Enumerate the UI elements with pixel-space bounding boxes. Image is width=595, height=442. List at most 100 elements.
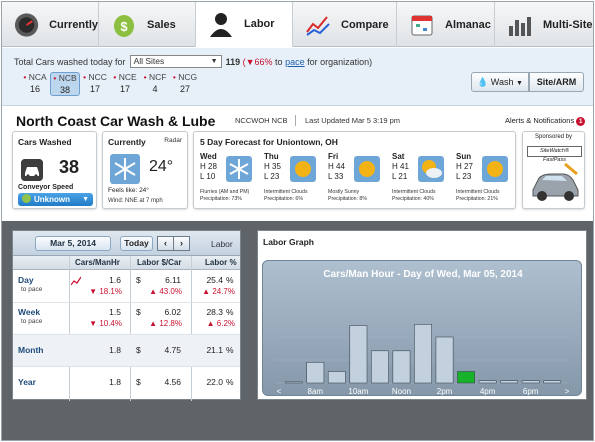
chart-bar[interactable] <box>414 324 432 384</box>
site-ncf[interactable]: • NCF 4 <box>140 72 170 96</box>
chart-bar[interactable] <box>457 371 475 384</box>
site-arm-button[interactable]: Site/ARM <box>529 72 584 92</box>
tab-almanac[interactable]: Almanac <box>397 2 495 47</box>
labor-cost-value: 6.11 <box>165 275 181 285</box>
cars-washed-card: Cars Washed 38 Conveyor Speed Unknown ▼ <box>12 131 97 209</box>
percent-sign: % <box>226 345 234 355</box>
tab-multi-site[interactable]: Multi-Site <box>495 2 593 47</box>
site-count: 16 <box>29 84 40 94</box>
site-code: NCF <box>148 72 167 82</box>
site-nca[interactable]: • NCA 16 <box>20 72 50 96</box>
labor-toolbar: Mar 5, 2014 Today ‹ › Labor <box>13 231 240 256</box>
tab-label: Compare <box>341 18 389 31</box>
totals-bar: Total Cars washed today for All Sites ▼ 1… <box>2 48 593 106</box>
conveyor-speed-dropdown[interactable]: Unknown ▼ <box>18 193 93 206</box>
next-day-button[interactable]: › <box>173 236 190 251</box>
x-tick-label[interactable]: > <box>565 387 570 396</box>
chart-bar[interactable] <box>371 350 389 384</box>
current-weather-card: Currently Radar 24° Feels like: 24° Wind… <box>102 131 188 209</box>
col-labor-pct: Labor % <box>205 258 237 267</box>
current-weather-title: Currently <box>108 137 146 147</box>
tab-compare[interactable]: Compare <box>293 2 397 47</box>
row-name: Month <box>18 345 44 355</box>
percent-sign: % <box>226 377 234 387</box>
chart-bar[interactable] <box>392 350 411 384</box>
labor-pct-value: 28.3 <box>206 307 223 317</box>
trend-icon <box>71 276 81 286</box>
tab-label: Labor <box>244 18 275 30</box>
line-chart-icon <box>306 15 330 36</box>
site-nce[interactable]: • NCE 17 <box>110 72 140 96</box>
chevron-left-icon: ‹ <box>164 238 167 248</box>
wash-button[interactable]: 💧 Wash ▼ <box>471 72 529 92</box>
sponsor-logo: SiteWatch® FastPass <box>527 146 582 163</box>
sun-icon <box>354 156 380 182</box>
chart-bar[interactable] <box>478 380 497 384</box>
site-ncc[interactable]: • NCC 17 <box>80 72 110 96</box>
chart-svg: Cars/Man Hour - Day of Wed, Mar 05, 2014… <box>275 269 570 396</box>
tab-labor[interactable]: Labor <box>196 2 293 48</box>
labor-row-year[interactable]: Year 1.8 $ 4.56 22.0 % <box>13 367 240 399</box>
row-sub: to pace <box>21 286 43 293</box>
current-temperature: 24° <box>149 158 174 175</box>
x-tick-label[interactable]: < <box>277 387 282 396</box>
forecast-title: 5 Day Forecast for Uniontown, OH <box>200 137 338 147</box>
cars-washed-title: Cars Washed <box>18 137 72 147</box>
tab-currently[interactable]: Currently <box>2 2 99 47</box>
chart-bar[interactable] <box>500 380 519 384</box>
top-nav: Currently $ Sales Labor Compare Almanac … <box>2 2 593 48</box>
site-ncg[interactable]: • NCG 27 <box>170 72 200 96</box>
forecast-precip: Precipitation: 73% <box>200 196 242 202</box>
prev-day-button[interactable]: ‹ <box>157 236 174 251</box>
forecast-desc: Intermittent Clouds <box>264 189 308 195</box>
chart-bar[interactable] <box>306 362 325 384</box>
labor-row-day[interactable]: Day to pace 1.6 ▼ 18.1% $ 6.11 ▲ 43.0% 2… <box>13 271 240 303</box>
x-tick-label: 2pm <box>437 387 453 396</box>
chart-bar[interactable] <box>521 380 540 384</box>
wash-label: Wash <box>490 77 514 87</box>
labor-cost-pace: ▲ 43.0% <box>149 287 182 296</box>
site-name: North Coast Car Wash & Lube <box>16 113 216 129</box>
feels-like: Feels like: 24° <box>108 187 149 194</box>
forecast-desc: Intermittent Clouds <box>456 189 500 195</box>
site-count: 17 <box>119 84 130 94</box>
last-updated: Last Updated Mar 5 3:19 pm <box>305 116 401 125</box>
labor-pct-pace: ▲ 24.7% <box>202 287 235 296</box>
divider <box>295 115 296 126</box>
site-ncb[interactable]: • NCB 38 <box>50 72 80 96</box>
alerts-badge: 1 <box>576 117 586 126</box>
chart-bar[interactable] <box>349 325 368 384</box>
chart-bar[interactable] <box>284 381 303 384</box>
totals-count: 119 <box>225 56 241 67</box>
date-picker[interactable]: Mar 5, 2014 <box>35 236 111 251</box>
status-icon <box>22 194 31 203</box>
sponsor-title: Sponsored by <box>534 134 573 140</box>
cars-manhr-value: 1.5 <box>109 307 121 317</box>
site-code: NCE <box>118 72 137 82</box>
labor-row-week[interactable]: Week to pace 1.5 ▼ 10.4% $ 6.02 ▲ 12.8% … <box>13 303 240 335</box>
radar-link[interactable]: Radar <box>164 137 182 144</box>
site-select-value: All Sites <box>133 56 165 66</box>
labor-label: Labor <box>211 239 233 249</box>
labor-cost-value: 4.56 <box>164 377 181 387</box>
site-select[interactable]: All Sites ▼ <box>129 55 222 68</box>
labor-row-month[interactable]: Month 1.8 $ 4.75 21.1 % <box>13 335 240 367</box>
row-name: Week <box>18 307 41 317</box>
today-button[interactable]: Today <box>120 236 153 251</box>
tab-sales[interactable]: $ Sales <box>99 2 196 47</box>
tab-label: Multi-Site <box>543 18 593 31</box>
cloud-sun-icon <box>418 156 444 182</box>
sponsor-card[interactable]: Sponsored by SiteWatch® FastPass <box>522 131 585 209</box>
site-code: NCA <box>28 72 47 82</box>
percent-sign: % <box>226 275 234 285</box>
drop-icon: 💧 <box>477 77 489 87</box>
cars-manhr-value: 1.6 <box>109 275 121 285</box>
site-code: NCCWOH NCB <box>235 116 288 125</box>
pace-link[interactable]: pace <box>285 57 305 67</box>
chart-bar[interactable] <box>435 336 454 384</box>
chart-bar[interactable] <box>327 371 346 384</box>
alerts-link[interactable]: Alerts & Notifications 1 <box>505 116 586 126</box>
chart-bar[interactable] <box>543 380 562 384</box>
tab-label: Almanac <box>445 18 491 31</box>
person-icon <box>210 13 232 37</box>
